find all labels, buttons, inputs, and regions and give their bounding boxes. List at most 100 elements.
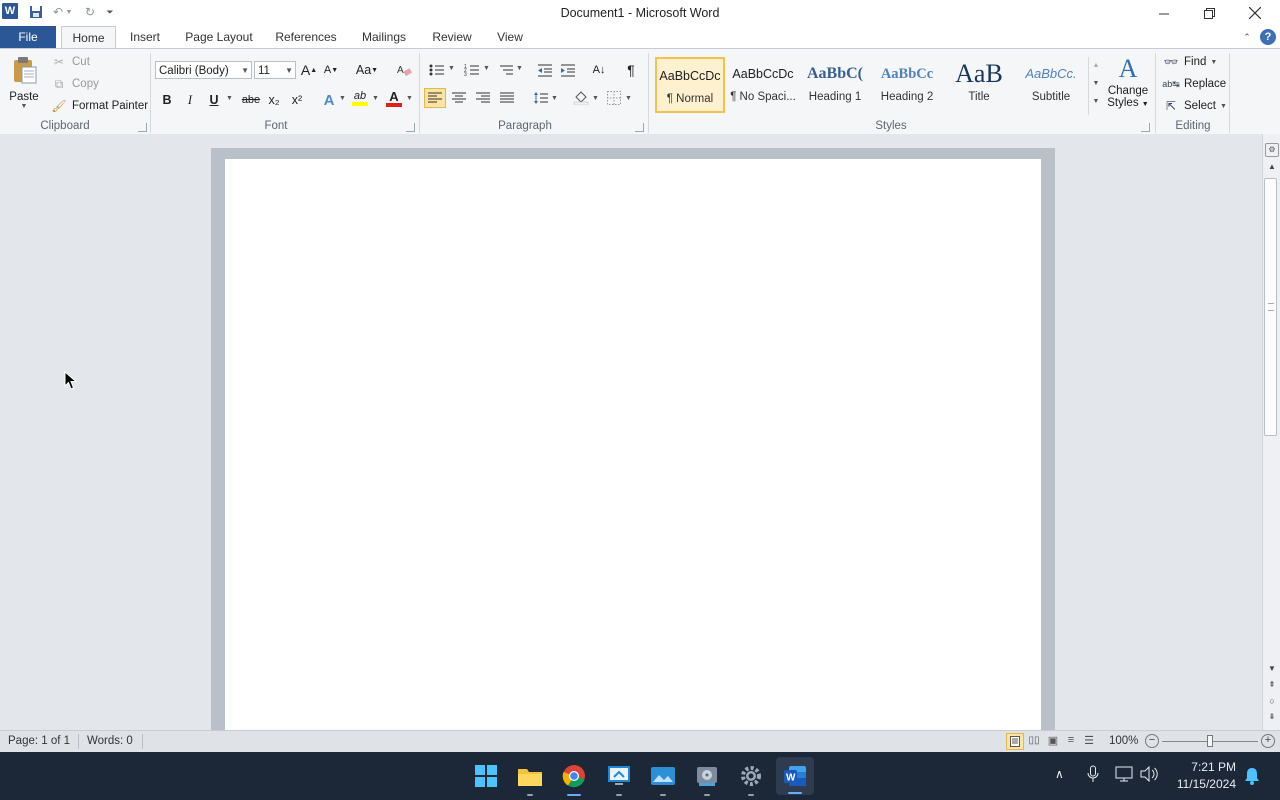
- borders-button[interactable]: [603, 88, 625, 108]
- microphone-icon[interactable]: [1087, 765, 1099, 786]
- format-painter-button[interactable]: 🖌 Format Painter: [50, 97, 148, 115]
- page-count[interactable]: Page: 1 of 1: [8, 735, 70, 747]
- styles-dialog-launcher[interactable]: [1141, 123, 1150, 132]
- tab-page-layout[interactable]: Page Layout: [179, 26, 259, 48]
- font-color-dropdown-icon[interactable]: ▼: [406, 95, 413, 102]
- multilevel-dropdown-icon[interactable]: ▼: [516, 65, 523, 72]
- grow-font-button[interactable]: A ▲: [298, 60, 320, 80]
- line-spacing-button[interactable]: [530, 88, 552, 108]
- font-size-combo[interactable]: 11 ▼: [254, 61, 296, 79]
- network-icon[interactable]: [1115, 766, 1133, 785]
- document-page[interactable]: [225, 159, 1041, 730]
- clear-formatting-button[interactable]: A: [393, 60, 415, 80]
- next-page-icon[interactable]: ⇟: [1265, 712, 1279, 726]
- paragraph-dialog-launcher[interactable]: [635, 123, 644, 132]
- paste-dropdown-icon[interactable]: ▼: [6, 103, 42, 110]
- show-formatting-button[interactable]: ¶: [620, 60, 642, 80]
- scroll-down-icon[interactable]: ▼: [1265, 664, 1279, 678]
- tab-review[interactable]: Review: [425, 26, 479, 48]
- text-effects-dropdown-icon[interactable]: ▼: [339, 95, 346, 102]
- style-heading-1[interactable]: AaBbC( Heading 1: [800, 57, 870, 113]
- shrink-font-button[interactable]: A ▼: [320, 60, 342, 80]
- bullets-button[interactable]: [426, 60, 448, 80]
- borders-dropdown-icon[interactable]: ▼: [625, 95, 632, 102]
- zoom-out-icon[interactable]: −: [1145, 734, 1159, 748]
- clock-time[interactable]: 7:21 PM: [1170, 760, 1236, 774]
- style-heading-2[interactable]: AaBbCc Heading 2: [872, 57, 942, 113]
- web-layout-view-icon[interactable]: ▣: [1046, 734, 1060, 748]
- replace-button[interactable]: ab↹ Replace: [1162, 75, 1226, 93]
- line-spacing-dropdown-icon[interactable]: ▼: [551, 95, 558, 102]
- font-color-button[interactable]: A: [383, 88, 405, 108]
- clipboard-dialog-launcher[interactable]: [138, 123, 147, 132]
- numbering-dropdown-icon[interactable]: ▼: [483, 65, 490, 72]
- zoom-in-icon[interactable]: +: [1261, 734, 1275, 748]
- volume-icon[interactable]: [1140, 765, 1158, 785]
- numbering-button[interactable]: 123: [461, 60, 483, 80]
- justify-button[interactable]: [496, 88, 518, 108]
- tab-home[interactable]: Home: [61, 26, 116, 49]
- tab-references[interactable]: References: [270, 26, 342, 48]
- word-count[interactable]: Words: 0: [87, 735, 133, 747]
- close-icon[interactable]: [1232, 0, 1278, 26]
- show-hidden-icons-icon[interactable]: ∧: [1055, 767, 1064, 781]
- cut-button[interactable]: ✂ Cut: [50, 53, 90, 71]
- draft-view-icon[interactable]: ☰: [1082, 734, 1096, 748]
- shading-dropdown-icon[interactable]: ▼: [592, 95, 599, 102]
- browse-object-icon[interactable]: ○: [1265, 696, 1279, 710]
- highlight-dropdown-icon[interactable]: ▼: [372, 95, 379, 102]
- ruler-toggle-icon[interactable]: ⚙: [1265, 143, 1279, 157]
- style-title[interactable]: AaB Title: [944, 57, 1014, 113]
- clock-date[interactable]: 11/15/2024: [1166, 777, 1236, 791]
- sort-button[interactable]: A↓: [588, 60, 610, 80]
- tab-file[interactable]: File: [0, 26, 56, 48]
- outline-view-icon[interactable]: ≡: [1064, 734, 1078, 748]
- underline-button[interactable]: U: [203, 90, 225, 110]
- minimize-ribbon-icon[interactable]: ⌃: [1240, 30, 1254, 44]
- zoom-level[interactable]: 100%: [1109, 735, 1138, 747]
- remote-desktop-icon[interactable]: [603, 760, 635, 796]
- align-center-button[interactable]: [448, 88, 470, 108]
- tab-mailings[interactable]: Mailings: [354, 26, 414, 48]
- chevron-up-icon[interactable]: ▲: [1089, 57, 1103, 75]
- tab-insert[interactable]: Insert: [122, 26, 168, 48]
- zoom-slider-thumb[interactable]: [1207, 735, 1213, 747]
- help-icon[interactable]: ?: [1260, 29, 1276, 45]
- photos-icon[interactable]: [647, 760, 679, 796]
- font-name-combo[interactable]: Calibri (Body) ▼: [155, 61, 252, 79]
- multilevel-list-button[interactable]: [495, 60, 517, 80]
- styles-more-icon[interactable]: ▼: [1089, 93, 1103, 111]
- change-styles-button[interactable]: A Change Styles ▼: [1104, 53, 1152, 117]
- superscript-button[interactable]: x²: [286, 90, 308, 110]
- style-no-spacing[interactable]: AaBbCcDc ¶ No Spaci...: [728, 57, 798, 113]
- bullets-dropdown-icon[interactable]: ▼: [448, 65, 455, 72]
- scrollbar-thumb[interactable]: [1264, 178, 1277, 436]
- windows-start-icon[interactable]: [470, 760, 502, 792]
- underline-dropdown-icon[interactable]: ▼: [226, 95, 233, 102]
- minimize-icon[interactable]: [1141, 0, 1187, 26]
- decrease-indent-button[interactable]: [534, 60, 556, 80]
- style-normal[interactable]: AaBbCcDc ¶ Normal: [655, 57, 725, 113]
- align-left-button[interactable]: [424, 88, 446, 108]
- disk-icon[interactable]: [691, 760, 723, 796]
- previous-page-icon[interactable]: ⇞: [1265, 680, 1279, 694]
- copy-button[interactable]: ⧉ Copy: [50, 75, 99, 93]
- increase-indent-button[interactable]: [557, 60, 579, 80]
- settings-icon[interactable]: [735, 760, 767, 796]
- find-button[interactable]: 👓 Find ▼: [1162, 53, 1218, 71]
- style-subtitle[interactable]: AaBbCc. Subtitle: [1016, 57, 1086, 113]
- align-right-button[interactable]: [472, 88, 494, 108]
- chrome-icon[interactable]: [558, 760, 590, 796]
- bold-button[interactable]: B: [156, 90, 178, 110]
- chevron-down-icon[interactable]: ▼: [1089, 75, 1103, 93]
- change-case-button[interactable]: Aa ▼: [352, 60, 382, 80]
- select-button[interactable]: ⇱ Select ▼: [1162, 97, 1227, 115]
- paste-button[interactable]: Paste ▼: [6, 55, 42, 117]
- highlight-button[interactable]: ab: [349, 88, 371, 108]
- full-screen-reading-view-icon[interactable]: ▯▯: [1027, 735, 1041, 749]
- restore-icon[interactable]: [1186, 0, 1232, 26]
- file-explorer-icon[interactable]: [514, 760, 546, 796]
- notification-bell-icon[interactable]: [1244, 767, 1260, 788]
- scroll-up-icon[interactable]: ▲: [1265, 162, 1279, 176]
- tab-view[interactable]: View: [490, 26, 530, 48]
